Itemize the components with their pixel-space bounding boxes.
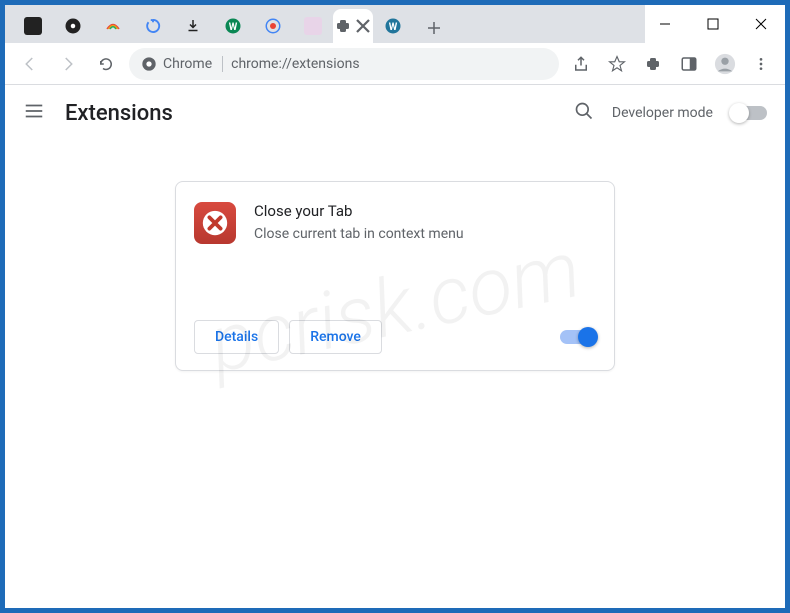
tab-3[interactable] — [93, 9, 133, 43]
tab-1[interactable] — [13, 9, 53, 43]
developer-mode-toggle[interactable] — [731, 106, 767, 120]
menu-icon[interactable] — [747, 50, 775, 78]
details-button[interactable]: Details — [194, 320, 279, 354]
chrome-chip-label: Chrome — [163, 56, 212, 72]
address-bar[interactable]: Chrome chrome://extensions — [129, 48, 559, 80]
extension-description: Close current tab in context menu — [254, 226, 596, 242]
back-button[interactable] — [15, 49, 45, 79]
new-tab-button[interactable] — [419, 13, 449, 43]
extension-enabled-toggle[interactable] — [560, 330, 596, 344]
chrome-chip: Chrome — [141, 56, 223, 72]
close-window-button[interactable] — [737, 5, 785, 43]
extension-app-icon — [194, 202, 236, 244]
reload-button[interactable] — [91, 49, 121, 79]
extension-name: Close your Tab — [254, 202, 596, 220]
tab-2[interactable] — [53, 9, 93, 43]
svg-text:W: W — [389, 22, 398, 33]
search-icon[interactable] — [574, 101, 594, 125]
bookmark-icon[interactable] — [603, 50, 631, 78]
extensions-list: Close your Tab Close current tab in cont… — [5, 141, 785, 411]
tab-10[interactable]: W — [373, 9, 413, 43]
tab-strip: W W — [5, 5, 645, 43]
tab-7[interactable] — [253, 9, 293, 43]
extension-card: Close your Tab Close current tab in cont… — [175, 181, 615, 371]
page-title: Extensions — [65, 101, 173, 126]
hamburger-icon[interactable] — [23, 100, 45, 126]
share-icon[interactable] — [567, 50, 595, 78]
tab-4[interactable] — [133, 9, 173, 43]
chrome-icon — [141, 56, 157, 72]
remove-button[interactable]: Remove — [289, 320, 382, 354]
tab-active-extensions[interactable] — [333, 9, 373, 43]
tab-8[interactable] — [293, 9, 333, 43]
browser-toolbar: Chrome chrome://extensions — [5, 43, 785, 85]
profile-icon[interactable] — [711, 50, 739, 78]
svg-text:W: W — [229, 22, 238, 33]
close-icon[interactable] — [354, 17, 372, 35]
sidepanel-icon[interactable] — [675, 50, 703, 78]
puzzle-icon — [334, 17, 352, 35]
forward-button[interactable] — [53, 49, 83, 79]
maximize-button[interactable] — [689, 5, 737, 43]
developer-mode-label: Developer mode — [612, 105, 713, 121]
window-controls — [641, 5, 785, 43]
tab-6[interactable]: W — [213, 9, 253, 43]
tab-5[interactable] — [173, 9, 213, 43]
extensions-icon[interactable] — [639, 50, 667, 78]
minimize-button[interactable] — [641, 5, 689, 43]
url-text: chrome://extensions — [231, 56, 359, 72]
extensions-header: Extensions Developer mode — [5, 85, 785, 141]
